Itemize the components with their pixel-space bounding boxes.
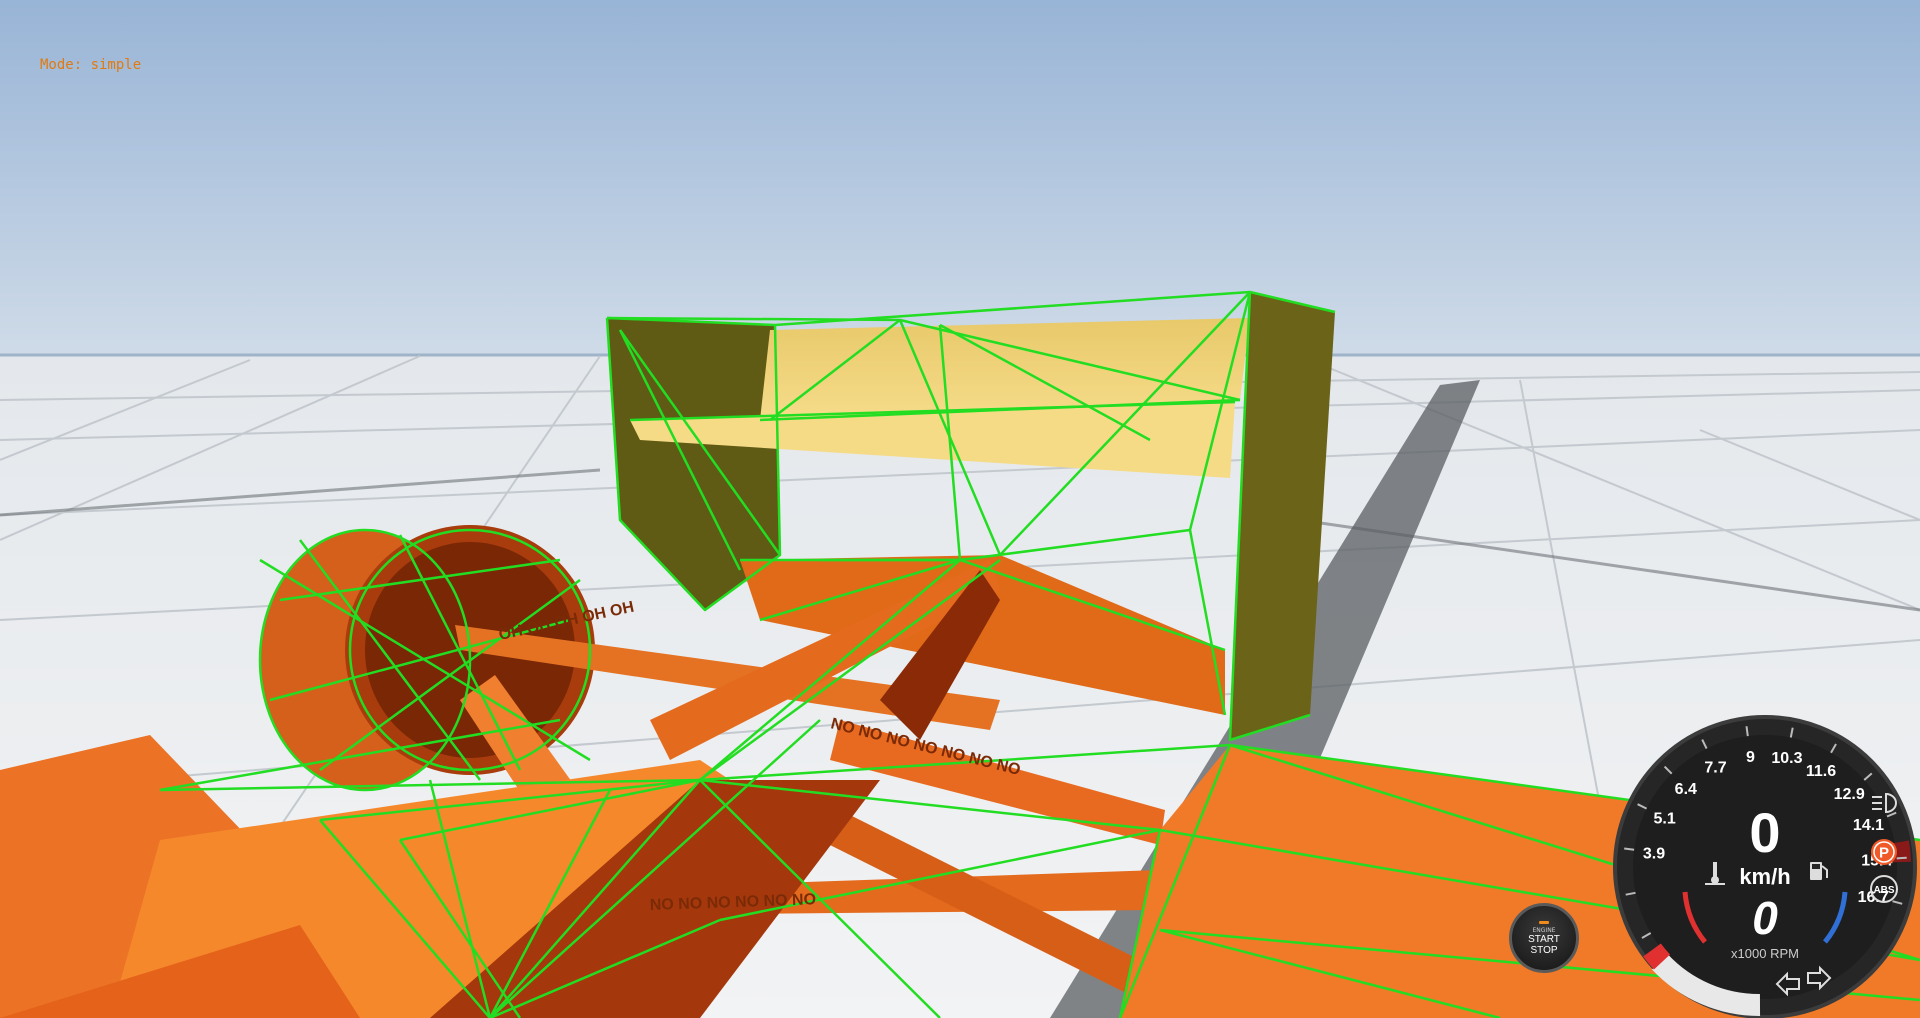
rpm-tick-label: 9 xyxy=(1746,749,1755,766)
rpm-tick-label: 2.6 xyxy=(1644,882,1666,899)
dashboard-gauge: 1.32.63.95.16.47.7910.311.612.914.115.41… xyxy=(1613,715,1917,1018)
engine-label-line3: STOP xyxy=(1530,944,1558,956)
speed-readout: 0 xyxy=(1749,801,1780,864)
parking-brake-icon: P xyxy=(1871,839,1897,865)
engine-start-stop-button[interactable]: ENGINE START STOP xyxy=(1509,903,1579,973)
rpm-tick-label: 10.3 xyxy=(1771,750,1802,767)
rpm-tick-label: 3.9 xyxy=(1643,845,1665,862)
sky xyxy=(0,0,1920,356)
rpm-tick-label: 6.4 xyxy=(1675,781,1697,798)
mode-label: Mode: simple xyxy=(40,57,142,73)
speed-unit: km/h xyxy=(1739,864,1790,889)
engine-led-indicator xyxy=(1539,920,1549,924)
engine-label-line1: ENGINE xyxy=(1532,926,1556,934)
rpm-tick-mark xyxy=(1624,847,1635,851)
rpm-unit: x1000 RPM xyxy=(1731,946,1799,961)
rpm-tick-label: 14.1 xyxy=(1853,817,1884,834)
rpm-tick-mark xyxy=(1896,856,1907,860)
engine-label-line2: START xyxy=(1528,933,1560,945)
rpm-tick-label: 11.6 xyxy=(1806,763,1836,780)
rpm-tick-label: 7.7 xyxy=(1704,760,1726,777)
parking-badge-text: P xyxy=(1879,845,1889,862)
rpm-tick-mark xyxy=(1745,726,1749,737)
abs-badge-text: ABS xyxy=(1873,885,1894,896)
gear-indicator: 0 xyxy=(1752,892,1778,944)
rpm-tick-label: 5.1 xyxy=(1653,811,1675,828)
rpm-tick-label: 1.3 xyxy=(1657,916,1679,933)
rpm-tick-label: 12.9 xyxy=(1834,786,1865,803)
